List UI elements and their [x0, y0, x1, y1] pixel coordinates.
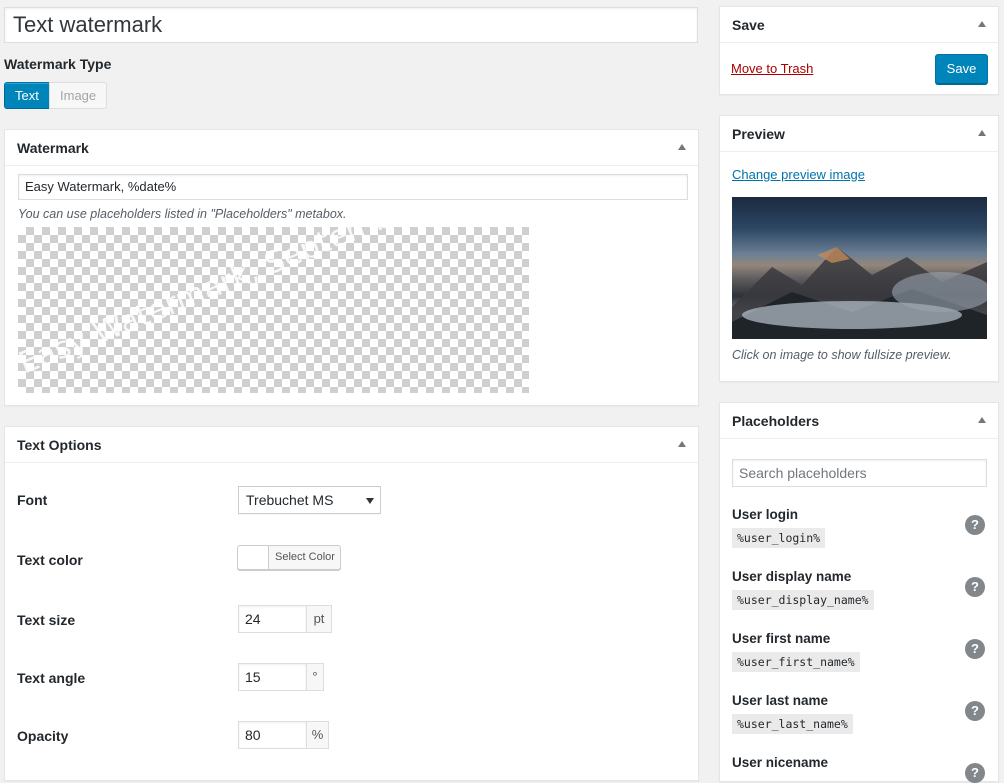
text-size-label: Text size: [17, 612, 76, 628]
font-select[interactable]: Trebuchet MS: [238, 486, 381, 514]
save-button[interactable]: Save: [935, 54, 988, 84]
opacity-unit: %: [306, 721, 329, 749]
metabox-title: Placeholders: [732, 413, 820, 429]
text-size-unit: pt: [306, 605, 332, 633]
text-options-metabox: Text Options Font Trebuchet MS Text colo…: [4, 426, 699, 781]
opacity-input[interactable]: 80: [238, 721, 307, 749]
placeholder-name: User login: [732, 507, 799, 522]
placeholder-name: User nicename: [732, 755, 829, 770]
placeholder-code[interactable]: %user_login%: [732, 528, 826, 548]
placeholder-code[interactable]: %user_first_name%: [732, 652, 860, 672]
post-title-input[interactable]: Text watermark: [4, 7, 698, 43]
collapse-arrow-icon[interactable]: [978, 417, 986, 423]
watermark-metabox: Watermark Easy Watermark, %date% You can…: [4, 129, 699, 406]
move-to-trash-link[interactable]: Move to Trash: [731, 61, 813, 76]
color-swatch: [238, 546, 269, 569]
watermark-preview-text: Easy Watermark, September 6, 2019: [18, 227, 529, 382]
select-color-button[interactable]: Select Color: [237, 545, 341, 570]
preview-metabox-header[interactable]: Preview: [720, 116, 998, 152]
font-label: Font: [17, 492, 48, 508]
collapse-arrow-icon[interactable]: [678, 441, 686, 447]
placeholder-code[interactable]: %user_last_name%: [732, 714, 853, 734]
metabox-title: Preview: [732, 126, 785, 142]
type-text-button[interactable]: Text: [4, 82, 50, 109]
placeholder-name: User last name: [732, 693, 829, 708]
placeholder-name: User first name: [732, 631, 831, 646]
preview-hint: Click on image to show fullsize preview.: [732, 348, 952, 362]
save-metabox: Save Move to Trash Save: [719, 6, 999, 95]
text-angle-label: Text angle: [17, 670, 86, 686]
watermark-hint: You can use placeholders listed in "Plac…: [18, 207, 347, 221]
text-options-header[interactable]: Text Options: [5, 427, 698, 463]
collapse-arrow-icon[interactable]: [978, 21, 986, 27]
text-size-input[interactable]: 24: [238, 605, 307, 633]
placeholders-metabox: Placeholders Search placeholders User lo…: [719, 402, 999, 783]
dropdown-arrow-icon: [366, 498, 374, 504]
preview-metabox: Preview Change preview image Click on im…: [719, 115, 999, 382]
help-icon[interactable]: ?: [965, 515, 985, 535]
help-icon[interactable]: ?: [965, 763, 985, 783]
save-metabox-header[interactable]: Save: [720, 7, 998, 43]
text-color-label: Text color: [17, 552, 83, 568]
metabox-title: Watermark: [17, 140, 89, 156]
type-image-button[interactable]: Image: [49, 82, 108, 109]
text-angle-unit: °: [306, 663, 324, 691]
mountain-landscape-image: [732, 247, 987, 339]
opacity-label: Opacity: [17, 728, 69, 744]
watermark-preview-canvas: Easy Watermark, September 6, 2019: [18, 227, 529, 393]
change-preview-image-link[interactable]: Change preview image: [732, 167, 865, 182]
placeholder-name: User display name: [732, 569, 852, 584]
preview-image[interactable]: [732, 197, 987, 339]
collapse-arrow-icon[interactable]: [678, 144, 686, 150]
collapse-arrow-icon[interactable]: [978, 130, 986, 136]
placeholders-metabox-header[interactable]: Placeholders: [720, 403, 998, 439]
placeholder-code[interactable]: %user_display_name%: [732, 590, 874, 610]
font-select-value: Trebuchet MS: [246, 492, 334, 508]
metabox-title: Text Options: [17, 437, 102, 453]
help-icon[interactable]: ?: [965, 639, 985, 659]
text-angle-input[interactable]: 15: [238, 663, 307, 691]
select-color-label: Select Color: [275, 551, 335, 563]
search-placeholders-input[interactable]: Search placeholders: [732, 459, 987, 487]
watermark-type-label: Watermark Type: [4, 56, 112, 72]
help-icon[interactable]: ?: [965, 577, 985, 597]
watermark-metabox-header[interactable]: Watermark: [5, 130, 698, 166]
watermark-text-input[interactable]: Easy Watermark, %date%: [18, 174, 688, 200]
metabox-title: Save: [732, 17, 765, 33]
help-icon[interactable]: ?: [965, 701, 985, 721]
